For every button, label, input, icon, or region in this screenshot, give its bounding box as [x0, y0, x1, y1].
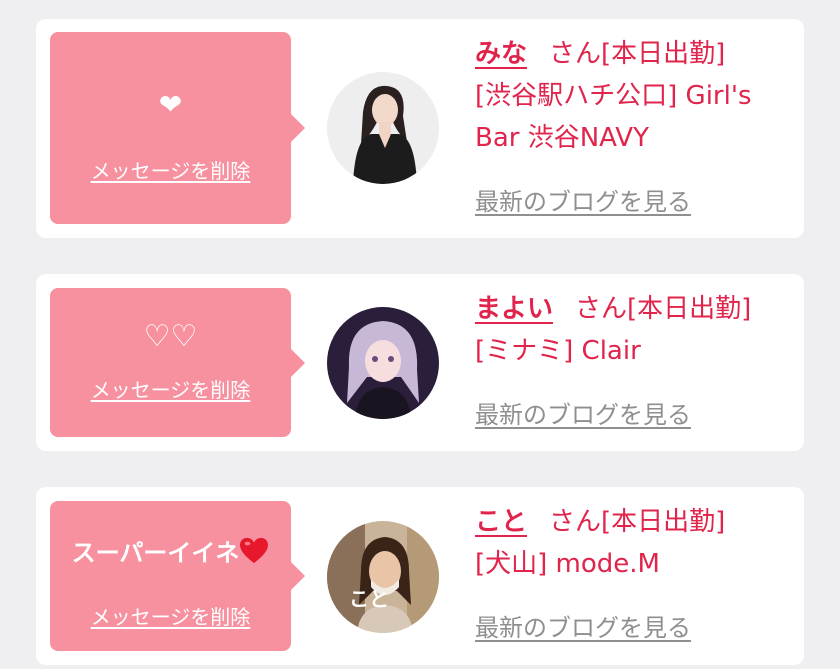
favorite-card: ♡♡ メッセージを削除 まよい さん[本日出勤] [ミナミ] Clair 最新のブ… — [36, 274, 804, 451]
red-heart-icon — [240, 537, 269, 564]
favorite-card: ❤ メッセージを削除 みな さん[本日出勤] [渋谷駅ハチ公口] Girl's B… — [36, 19, 804, 238]
avatar[interactable] — [327, 72, 439, 184]
girl-name-link[interactable]: こと — [475, 507, 527, 537]
girl-info: みな さん[本日出勤] [渋谷駅ハチ公口] Girl's Bar 渋谷NAVY — [475, 33, 795, 159]
delete-message-link[interactable]: メッセージを削除 — [50, 377, 291, 403]
delete-message-link[interactable]: メッセージを削除 — [50, 604, 291, 630]
message-text: スーパーイイネ — [50, 537, 291, 568]
shop-name: [ミナミ] Clair — [475, 336, 641, 366]
avatar-caption: こと — [349, 587, 389, 611]
message-bubble: ♡♡ メッセージを削除 — [50, 288, 305, 437]
avatar[interactable]: こと — [327, 521, 439, 633]
message-bubble: ❤ メッセージを削除 — [50, 32, 305, 224]
girl-name-link[interactable]: まよい — [475, 294, 553, 324]
shop-name-cont: Bar 渋谷NAVY — [475, 123, 649, 153]
message-text: ♡♡ — [143, 319, 198, 354]
attendance-status: [本日出勤] — [601, 39, 726, 69]
attendance-status: [本日出勤] — [601, 507, 726, 537]
honorific: さん — [575, 294, 628, 324]
message-bubble: スーパーイイネ メッセージを削除 — [50, 501, 305, 651]
girl-info: こと さん[本日出勤] [犬山] mode.M — [475, 501, 795, 585]
shop-name: [犬山] mode.M — [475, 549, 660, 579]
latest-blog-link[interactable]: 最新のブログを見る — [475, 613, 691, 643]
attendance-status: [本日出勤] — [627, 294, 752, 324]
message-text: ❤ — [158, 88, 183, 121]
favorite-card: スーパーイイネ メッセージを削除 こと こと さん[本日出勤] [犬山] mode… — [36, 487, 804, 665]
girl-name-link[interactable]: みな — [475, 39, 527, 69]
girl-info: まよい さん[本日出勤] [ミナミ] Clair — [475, 288, 795, 372]
message-text-label: スーパーイイネ — [71, 539, 240, 567]
honorific: さん — [549, 39, 602, 69]
shop-name: [渋谷駅ハチ公口] Girl's — [475, 81, 752, 111]
latest-blog-link[interactable]: 最新のブログを見る — [475, 400, 691, 430]
delete-message-link[interactable]: メッセージを削除 — [50, 158, 291, 184]
avatar[interactable] — [327, 307, 439, 419]
honorific: さん — [549, 507, 602, 537]
latest-blog-link[interactable]: 最新のブログを見る — [475, 187, 691, 217]
